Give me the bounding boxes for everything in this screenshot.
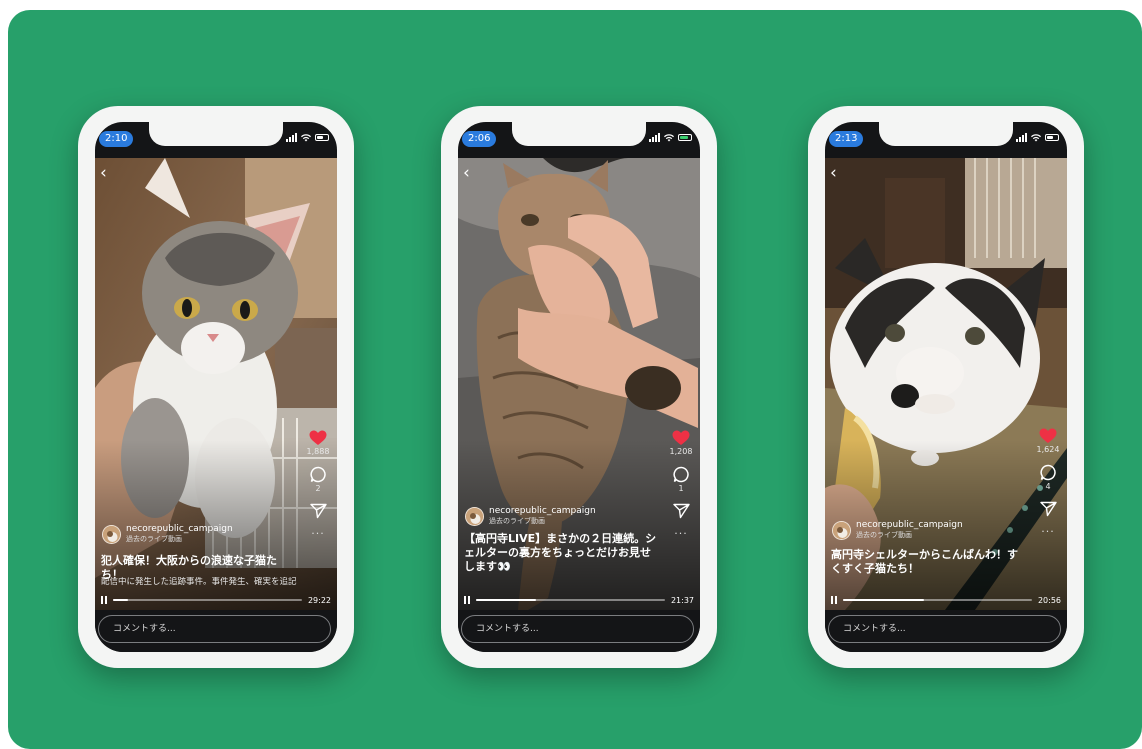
action-column: 1,624 4 ···: [1033, 428, 1063, 538]
video-duration: 20:56: [1037, 595, 1061, 605]
comment-bar: コメントする...: [825, 610, 1067, 652]
avatar[interactable]: [102, 524, 121, 544]
phone-mockup-1: 2:10 ‹ necorepublic_campaign 過去のライブ動画 犯人…: [78, 106, 354, 668]
phone-screen: 2:13 ‹ necorepublic_campaign 過去のライブ動画 高円…: [825, 122, 1067, 652]
video-description[interactable]: 配信中に発生した追跡事件。事件発生、確実を追記: [101, 577, 297, 588]
video-duration: 29:22: [307, 595, 331, 605]
progress-track[interactable]: [113, 599, 302, 601]
battery-icon: [315, 134, 329, 141]
username[interactable]: necorepublic_campaign: [856, 520, 963, 531]
video-subtitle: 過去のライブ動画: [126, 535, 182, 543]
phone-mockup-3: 2:13 ‹ necorepublic_campaign 過去のライブ動画 高円…: [808, 106, 1084, 668]
send-icon[interactable]: [1039, 501, 1057, 517]
phone-notch: [879, 122, 1013, 146]
wifi-icon: [664, 134, 674, 142]
heart-icon[interactable]: [1039, 428, 1057, 444]
playback-bar: 29:22: [101, 594, 331, 606]
phone-notch: [149, 122, 283, 146]
signal-icon: [649, 133, 660, 142]
phone-screen: 2:06 ‹ necorepublic_campaign 過去のライブ動画 【高…: [458, 122, 700, 652]
phone-mockup-2: 2:06 ‹ necorepublic_campaign 過去のライブ動画 【高…: [441, 106, 717, 668]
video-duration: 21:37: [670, 595, 694, 605]
author-row[interactable]: necorepublic_campaign 過去のライブ動画: [832, 520, 963, 540]
video-subtitle: 過去のライブ動画: [489, 517, 545, 525]
battery-charging-icon: [678, 134, 692, 141]
status-time: 2:13: [829, 131, 864, 147]
video-subtitle: 過去のライブ動画: [856, 531, 912, 539]
heart-icon[interactable]: [672, 430, 690, 446]
phone-notch: [512, 122, 646, 146]
pause-icon[interactable]: [464, 596, 470, 604]
comment-bubble-icon[interactable]: [672, 466, 690, 483]
chevron-left-icon[interactable]: ‹: [830, 163, 837, 183]
comment-input[interactable]: コメントする...: [828, 615, 1061, 643]
send-icon[interactable]: [309, 503, 327, 519]
action-column: 1,888 2 ···: [303, 430, 333, 540]
wifi-icon: [1031, 134, 1041, 142]
send-icon[interactable]: [672, 503, 690, 519]
author-row[interactable]: necorepublic_campaign 過去のライブ動画: [465, 506, 596, 526]
video-frame-cat-closeup[interactable]: [825, 158, 1067, 610]
battery-icon: [1045, 134, 1059, 141]
chevron-left-icon[interactable]: ‹: [463, 163, 470, 183]
comment-bar: コメントする...: [95, 610, 337, 652]
progress-track[interactable]: [843, 599, 1032, 601]
comment-bubble-icon[interactable]: [1039, 464, 1057, 481]
signal-icon: [286, 133, 297, 142]
playback-bar: 21:37: [464, 594, 694, 606]
video-title: 高円寺シェルターからこんばんわ！すくすく子猫たち！: [831, 548, 1018, 575]
avatar[interactable]: [832, 520, 851, 540]
action-column: 1,208 1 ···: [666, 430, 696, 540]
avatar[interactable]: [465, 506, 484, 526]
comment-bubble-icon[interactable]: [309, 466, 327, 483]
more-horizontal-icon[interactable]: ···: [311, 527, 325, 540]
pause-icon[interactable]: [831, 596, 837, 604]
signal-icon: [1016, 133, 1027, 142]
chevron-left-icon[interactable]: ‹: [100, 163, 107, 183]
playback-bar: 20:56: [831, 594, 1061, 606]
comment-count: 1: [678, 484, 684, 493]
like-count: 1,208: [669, 447, 693, 456]
comment-input[interactable]: コメントする...: [461, 615, 694, 643]
progress-track[interactable]: [476, 599, 665, 601]
status-time: 2:06: [462, 131, 497, 147]
username[interactable]: necorepublic_campaign: [489, 506, 596, 517]
wifi-icon: [301, 134, 311, 142]
status-icons: [286, 133, 329, 142]
status-time: 2:10: [99, 131, 134, 147]
status-icons: [649, 133, 692, 142]
comment-count: 4: [1045, 482, 1051, 491]
comment-bar: コメントする...: [458, 610, 700, 652]
more-horizontal-icon[interactable]: ···: [1041, 525, 1055, 538]
phone-screen: 2:10 ‹ necorepublic_campaign 過去のライブ動画 犯人…: [95, 122, 337, 652]
progress-fill: [476, 599, 537, 601]
heart-icon[interactable]: [309, 430, 327, 446]
progress-fill: [843, 599, 925, 601]
like-count: 1,624: [1036, 445, 1060, 454]
progress-fill: [113, 599, 129, 601]
more-horizontal-icon[interactable]: ···: [674, 527, 688, 540]
like-count: 1,888: [306, 447, 330, 456]
comment-input[interactable]: コメントする...: [98, 615, 331, 643]
video-title: 【高円寺LIVE】まさかの２日連続。シェルターの裏方をちょっとだけお見せします👀: [464, 532, 657, 573]
comment-count: 2: [315, 484, 321, 493]
pause-icon[interactable]: [101, 596, 107, 604]
username[interactable]: necorepublic_campaign: [126, 524, 233, 535]
status-icons: [1016, 133, 1059, 142]
author-row[interactable]: necorepublic_campaign 過去のライブ動画: [102, 524, 233, 544]
